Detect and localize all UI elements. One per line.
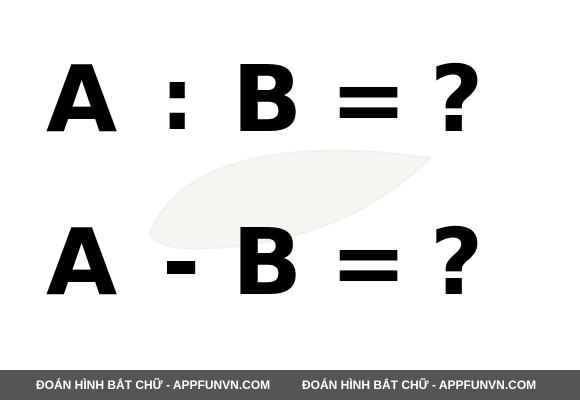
operand-a: A xyxy=(46,46,118,153)
footer-watermark-text: ĐOÁN HÌNH BẮT CHỮ - APPFUNVN.COM xyxy=(36,378,271,392)
footer-watermark-text: ĐOÁN HÌNH BẮT CHỮ - APPFUNVN.COM xyxy=(302,378,537,392)
unknown-result: ? xyxy=(430,46,484,153)
operand-b: B xyxy=(232,209,303,316)
equals-sign: = xyxy=(330,209,408,316)
division-operator: : xyxy=(160,50,195,150)
operand-a: A xyxy=(46,209,118,316)
operand-b: B xyxy=(232,46,303,153)
subtraction-operator: - xyxy=(162,209,201,316)
watermark-footer: ĐOÁN HÌNH BẮT CHỮ - APPFUNVN.COM ĐOÁN HÌ… xyxy=(0,370,580,400)
puzzle-image: A : B = ? A - B = ? ĐOÁN HÌNH BẮT CHỮ - … xyxy=(0,0,580,400)
equation-division: A : B = ? xyxy=(0,46,483,153)
equals-sign: = xyxy=(330,46,408,153)
equation-subtraction: A - B = ? xyxy=(0,209,483,316)
unknown-result: ? xyxy=(430,209,484,316)
